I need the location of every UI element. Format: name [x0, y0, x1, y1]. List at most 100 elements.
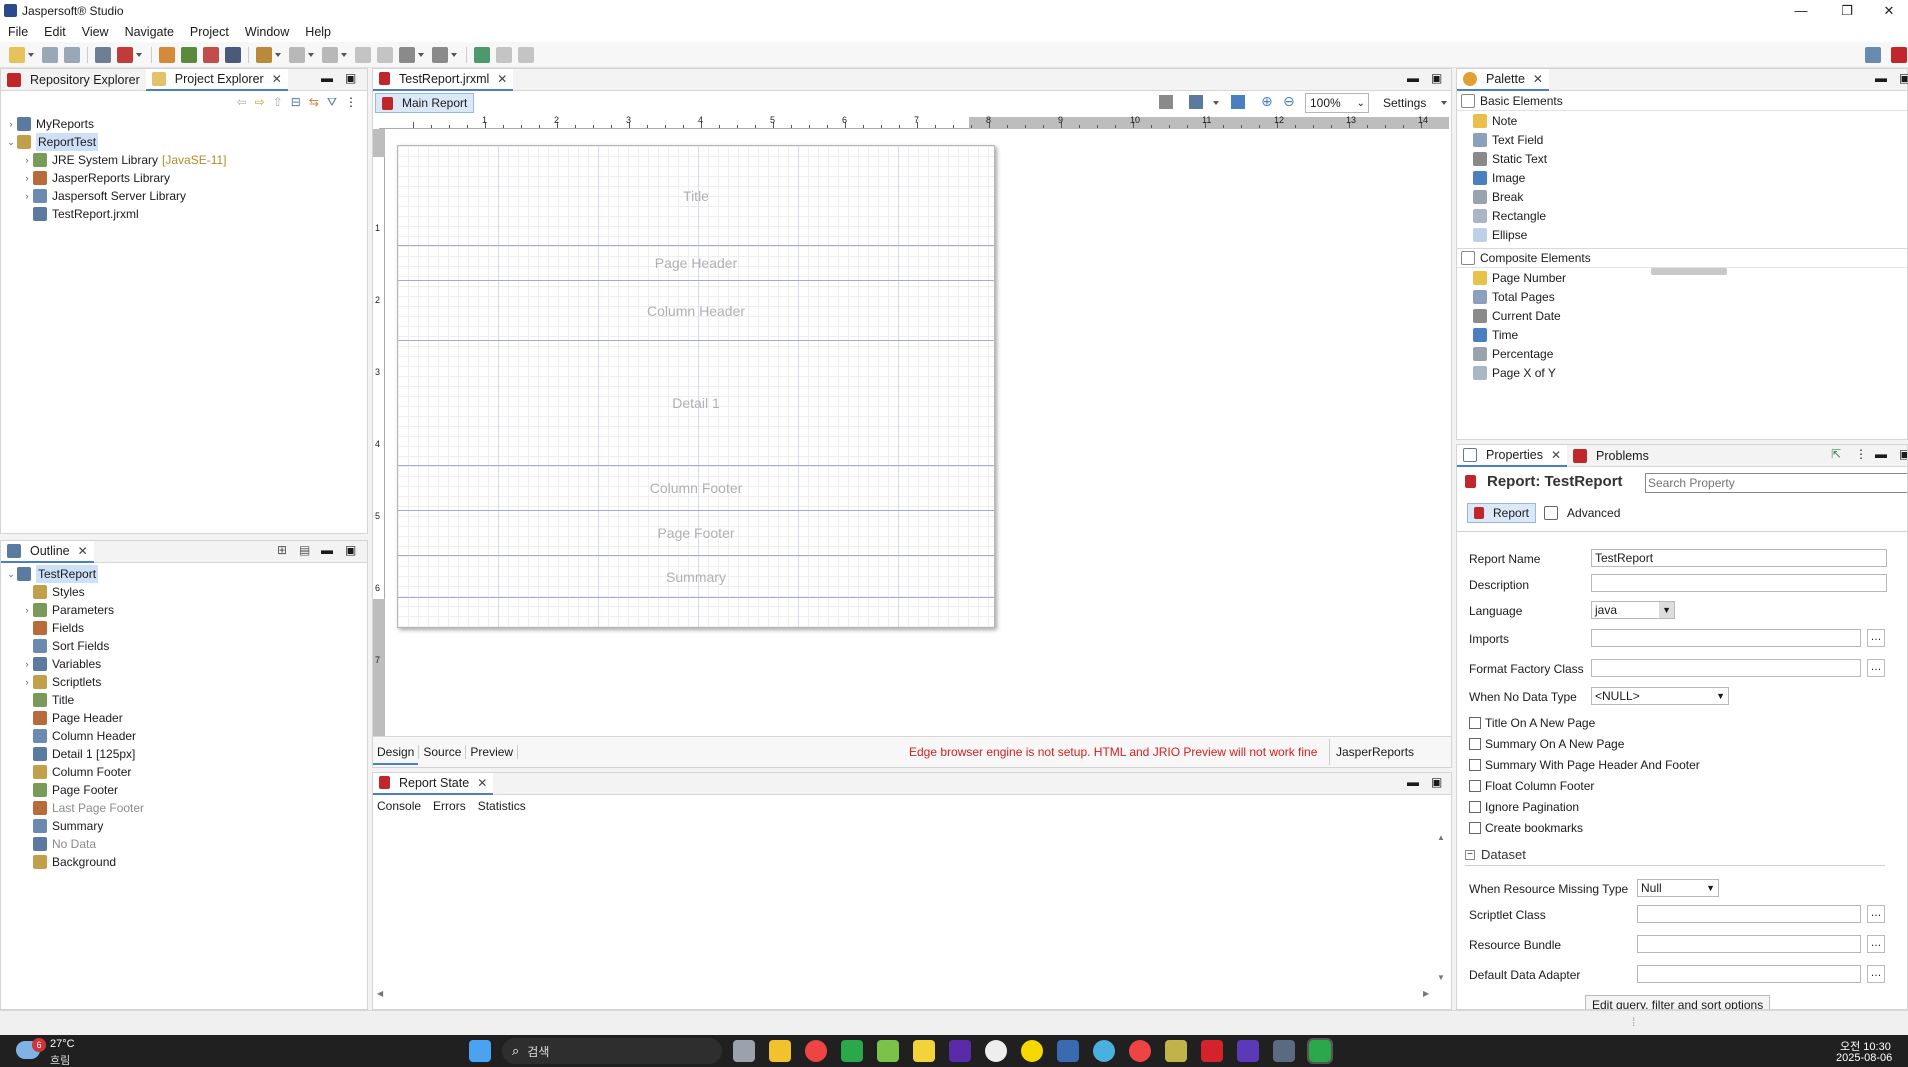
scroll-left-icon[interactable]: ◀: [377, 989, 383, 998]
collapse-all-icon[interactable]: ⊟: [291, 95, 301, 109]
nav-forward-icon[interactable]: [432, 46, 448, 63]
scriptlet-browse-button[interactable]: …: [1867, 905, 1885, 923]
tab-repository-explorer[interactable]: Repository Explorer: [1, 69, 146, 91]
data-adapter-browse-button[interactable]: …: [1867, 965, 1885, 983]
palette-item[interactable]: Rectangle: [1457, 206, 1907, 225]
option-checkbox-row[interactable]: Title On A New Page: [1469, 712, 1700, 733]
edit-report-icon[interactable]: [203, 46, 219, 63]
outline-item[interactable]: › Scriptlets: [1, 673, 367, 691]
report-band[interactable]: Page Header: [398, 246, 994, 281]
tree-item[interactable]: › JasperReports Library: [1, 169, 367, 187]
menu-window[interactable]: Window: [245, 25, 289, 39]
save-icon[interactable]: [42, 46, 58, 63]
outline-item[interactable]: Summary: [1, 817, 367, 835]
task-view-icon[interactable]: [733, 1040, 755, 1062]
pin-editor-icon[interactable]: [474, 46, 490, 63]
outline-item[interactable]: Fields: [1, 619, 367, 637]
app-u-icon[interactable]: [1237, 1040, 1259, 1062]
imports-browse-button[interactable]: …: [1867, 629, 1885, 647]
palette-item[interactable]: Total Pages: [1457, 287, 1907, 306]
edit-query-button[interactable]: Edit query, filter and sort options: [1585, 995, 1771, 1009]
expand-chevron-icon[interactable]: ⌄: [5, 133, 17, 151]
outline-item[interactable]: › Parameters: [1, 601, 367, 619]
back-icon[interactable]: ⇦: [237, 95, 247, 109]
zoom-out-icon[interactable]: ⊖: [1283, 93, 1295, 110]
tab-advanced[interactable]: Advanced: [1544, 506, 1620, 520]
tab-errors[interactable]: Errors: [433, 799, 466, 813]
resource-bundle-field[interactable]: [1637, 935, 1861, 953]
menu-edit[interactable]: Edit: [44, 25, 66, 39]
palette-item[interactable]: Ellipse: [1457, 225, 1907, 244]
save-all-icon[interactable]: [64, 46, 80, 63]
snap-icon[interactable]: [1231, 95, 1245, 109]
tab-report[interactable]: Report: [1467, 503, 1537, 523]
outline-item[interactable]: › Variables: [1, 655, 367, 673]
maximize-view-icon[interactable]: ▣: [345, 543, 356, 557]
outline-thumb-icon[interactable]: ▤: [299, 543, 310, 557]
layout-icon[interactable]: [1159, 95, 1173, 109]
minimize-view-icon[interactable]: ▬: [1407, 775, 1419, 789]
palette-resize-handle[interactable]: [1651, 268, 1727, 275]
grid-icon[interactable]: [1189, 95, 1203, 109]
close-icon[interactable]: ✕: [477, 772, 487, 794]
chevron-down-icon[interactable]: [308, 52, 314, 57]
tab-palette[interactable]: Palette ✕: [1457, 68, 1549, 91]
globe-icon[interactable]: [1093, 1040, 1115, 1062]
option-checkbox-row[interactable]: Float Column Footer: [1469, 775, 1700, 796]
undo-icon[interactable]: [496, 46, 512, 63]
chevron-down-icon[interactable]: [451, 52, 457, 57]
forward-icon[interactable]: ⇨: [255, 95, 265, 109]
tab-report-state[interactable]: Report State ✕: [373, 772, 494, 795]
no-data-type-select[interactable]: <NULL> ▼: [1591, 687, 1729, 705]
close-icon[interactable]: ✕: [272, 68, 282, 90]
publish-icon[interactable]: [159, 46, 175, 63]
resource-bundle-browse-button[interactable]: …: [1867, 935, 1885, 953]
tab-properties[interactable]: Properties ✕: [1457, 445, 1568, 467]
imports-field[interactable]: [1591, 629, 1861, 647]
expand-chevron-icon[interactable]: ›: [21, 151, 33, 169]
report-band[interactable]: Summary: [398, 556, 994, 598]
maximize-view-icon[interactable]: ▣: [1431, 775, 1442, 789]
tab-source[interactable]: Source: [418, 745, 465, 759]
chrome-2-icon[interactable]: [1129, 1040, 1151, 1062]
palette-item[interactable]: Image: [1457, 168, 1907, 187]
acrobat-icon[interactable]: [1201, 1040, 1223, 1062]
prev-annotation-icon[interactable]: [322, 46, 338, 63]
forward-icon[interactable]: [377, 46, 393, 63]
composite-elements-header[interactable]: Composite Elements: [1457, 248, 1907, 268]
sticky-notes-icon[interactable]: [913, 1040, 935, 1062]
nav-back-icon[interactable]: [399, 46, 415, 63]
format-factory-browse-button[interactable]: …: [1867, 659, 1885, 677]
checkbox[interactable]: [1469, 737, 1481, 750]
tab-problems[interactable]: Problems: [1567, 445, 1655, 467]
scroll-up-icon[interactable]: ▲: [1437, 833, 1445, 842]
chrome-icon[interactable]: [805, 1040, 827, 1062]
report-band[interactable]: Detail 1: [398, 341, 994, 466]
intellij-icon[interactable]: [949, 1040, 971, 1062]
outline-item[interactable]: Background: [1, 853, 367, 871]
option-checkbox-row[interactable]: Summary With Page Header And Footer: [1469, 754, 1700, 775]
palette-item[interactable]: Note: [1457, 111, 1907, 130]
checkbox[interactable]: [1469, 758, 1481, 771]
zoom-select[interactable]: 100% ⌄: [1305, 93, 1369, 113]
description-field[interactable]: [1591, 574, 1887, 592]
print-icon[interactable]: [95, 46, 111, 63]
outline-item[interactable]: Sort Fields: [1, 637, 367, 655]
up-icon[interactable]: ⇧: [273, 95, 283, 109]
outline-item[interactable]: Column Footer: [1, 763, 367, 781]
maximize-button[interactable]: ❐: [1824, 0, 1870, 22]
close-icon[interactable]: ✕: [1533, 68, 1543, 90]
tab-statistics[interactable]: Statistics: [478, 799, 526, 813]
expand-chevron-icon[interactable]: ›: [21, 169, 33, 187]
palette-item[interactable]: Text Field: [1457, 130, 1907, 149]
report-band[interactable]: Title: [398, 146, 994, 246]
tree-item[interactable]: › Jaspersoft Server Library: [1, 187, 367, 205]
expand-chevron-icon[interactable]: ›: [21, 655, 33, 673]
filter-icon[interactable]: ⛛: [327, 95, 337, 110]
maximize-view-icon[interactable]: ▣: [1899, 447, 1907, 461]
next-annotation-icon[interactable]: [289, 46, 305, 63]
close-icon[interactable]: ✕: [497, 68, 507, 90]
minimize-button[interactable]: —: [1778, 0, 1824, 22]
horizontal-scrollbar[interactable]: ◀ ▶: [377, 989, 1437, 1003]
report-band[interactable]: Column Header: [398, 281, 994, 341]
